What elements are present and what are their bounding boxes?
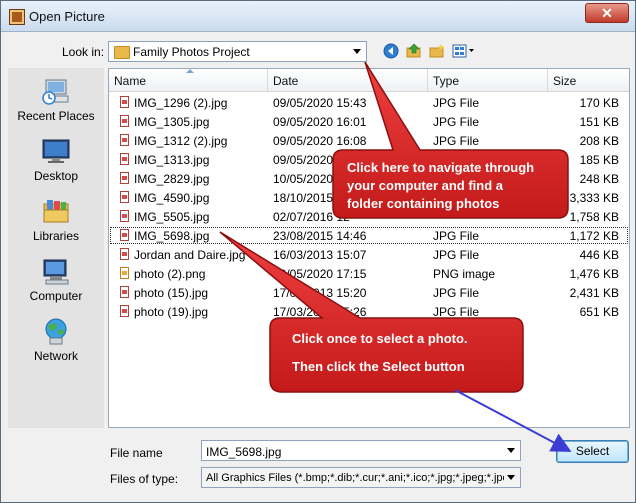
callout-navigate-text: Click here to navigate through your comp… xyxy=(347,159,534,213)
annotation-overlay xyxy=(219,61,572,452)
callout-line: Then click the Select button xyxy=(292,359,465,374)
callout-line: Click here to navigate through xyxy=(347,160,535,175)
callout-spacer xyxy=(292,348,468,358)
callout-line: Click once to select a photo. xyxy=(292,331,468,346)
callout-line: folder containing photos xyxy=(347,196,500,211)
callout-select-text: Click once to select a photo. Then click… xyxy=(292,330,468,376)
arrow-to-select-button xyxy=(454,389,572,452)
callout-line: your computer and find a xyxy=(347,178,504,193)
